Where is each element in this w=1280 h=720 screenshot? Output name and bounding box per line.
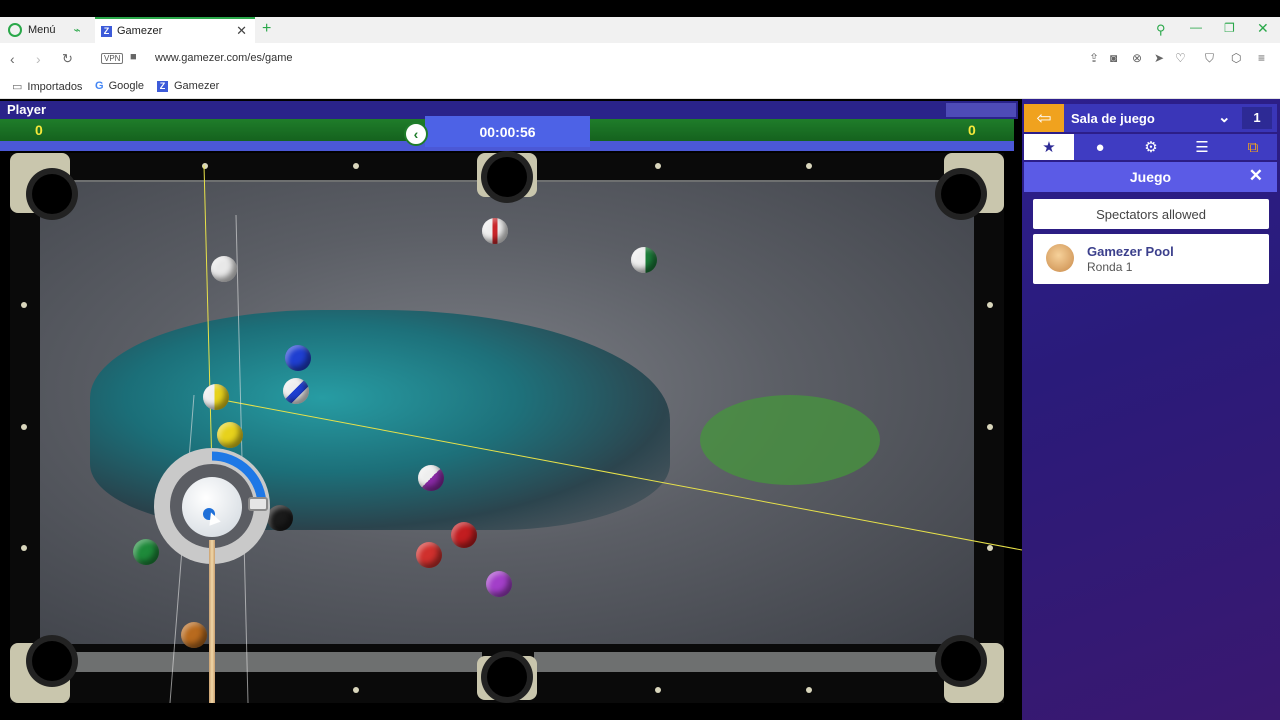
bookmark-gamezer-label: Gamezer	[174, 80, 220, 92]
gamezer-bookmark-icon: Z	[157, 81, 168, 92]
game-info-card: Gamezer Pool Ronda 1	[1033, 234, 1269, 284]
opera-logo-icon	[8, 23, 22, 37]
search-tabs-icon[interactable]: ⚲	[1156, 22, 1166, 38]
cue-ball-spin-target[interactable]	[182, 477, 242, 537]
aim-line-vertical	[203, 164, 213, 471]
block-icon[interactable]: ⊗	[1132, 51, 1142, 65]
spectators-status: Spectators allowed	[1033, 199, 1269, 229]
section-title: Juego	[1129, 169, 1172, 185]
reload-icon[interactable]: ↻	[62, 51, 73, 67]
forward-icon[interactable]: ›	[36, 51, 41, 67]
room-title: Sala de juego	[1071, 111, 1155, 126]
gear-icon[interactable]: ⚙	[1126, 134, 1176, 160]
room-number: 1	[1242, 107, 1272, 129]
ball-red-2	[416, 542, 442, 568]
minimize-icon[interactable]: —	[1190, 20, 1202, 34]
window-top-border	[0, 0, 1280, 17]
aim-guides	[169, 164, 1022, 704]
close-section-icon[interactable]: ✕	[1249, 166, 1263, 186]
address-bar: ‹ › ↻ VPN ■ www.gamezer.com/es/game ⇪ ◙ …	[0, 43, 1280, 75]
camera-icon[interactable]: ◙	[1110, 51, 1117, 65]
popout-icon[interactable]: ⧉	[1228, 134, 1278, 160]
bookmark-google[interactable]: G Google	[95, 80, 144, 92]
folder-icon: ▭	[12, 81, 23, 93]
bookmark-gamezer[interactable]: Z Gamezer	[157, 80, 219, 92]
heart-icon[interactable]: ♡	[1175, 51, 1186, 65]
cube-icon[interactable]: ⬡	[1231, 51, 1241, 65]
bookmark-importados-label: Importados	[27, 81, 83, 93]
game-name: Gamezer Pool	[1087, 244, 1174, 259]
ball-green-stripe	[631, 247, 657, 273]
ball-blue	[285, 345, 311, 371]
round-label: Ronda 1	[1087, 260, 1133, 274]
ball-red-stripe	[482, 218, 508, 244]
player-name: Player	[7, 102, 47, 117]
section-header: Juego ✕	[1024, 162, 1277, 192]
ball-black	[267, 505, 293, 531]
user-icon[interactable]: ●	[1075, 134, 1125, 160]
tab-strip: Menú ⌁ Z Gamezer ✕ + ⚲ — ❐ ✕	[0, 17, 1280, 43]
chevron-down-icon[interactable]: ⌄	[1218, 108, 1231, 126]
exit-room-icon[interactable]: ⇦	[1024, 104, 1064, 132]
ball-white	[211, 256, 237, 282]
url-field[interactable]: www.gamezer.com/es/game	[155, 52, 293, 64]
ball-purple	[486, 571, 512, 597]
share-icon[interactable]: ⇪	[1089, 51, 1099, 65]
ball-yellow	[217, 422, 243, 448]
tab-gamezer[interactable]: Z Gamezer ✕	[95, 17, 255, 43]
game-avatar-icon	[1046, 244, 1074, 272]
score-right: 0	[968, 122, 976, 138]
close-tab-icon[interactable]: ✕	[236, 23, 247, 39]
vpn-badge[interactable]: VPN	[101, 53, 124, 64]
bookmarks-bar: ▭ Importados G Google Z Gamezer	[0, 75, 1280, 99]
aim-line-diagonal	[211, 397, 1022, 551]
panel-tabs: ★ ● ⚙ ☰ ⧉	[1024, 134, 1277, 160]
bookmark-google-label: Google	[108, 80, 145, 92]
shield-icon[interactable]: ⛉	[1205, 51, 1214, 66]
lock-icon: ■	[130, 51, 137, 63]
maximize-icon[interactable]: ❐	[1224, 21, 1235, 35]
ball-red	[451, 522, 477, 548]
power-handle[interactable]	[248, 497, 268, 511]
tab-menu-label: Menú	[28, 24, 56, 36]
ball-purple-stripe	[418, 465, 444, 491]
settings-sliders-icon[interactable]: ≡	[1258, 51, 1265, 65]
new-tab-button[interactable]: +	[262, 20, 271, 38]
list-icon[interactable]: ☰	[1177, 134, 1227, 160]
gamezer-favicon-icon: Z	[101, 25, 112, 37]
tab-gamezer-label: Gamezer	[117, 25, 163, 37]
side-panel	[1022, 99, 1280, 720]
ball-yellow-stripe	[203, 384, 229, 410]
score-left: 0	[35, 122, 43, 138]
player-bar-highlight	[946, 103, 1016, 117]
tab-menu[interactable]: Menú ⌁	[0, 17, 93, 43]
ball-orange	[181, 622, 207, 648]
send-icon[interactable]: ➤	[1154, 51, 1164, 65]
back-icon[interactable]: ‹	[10, 51, 15, 67]
bookmark-importados[interactable]: ▭ Importados	[12, 80, 82, 93]
google-icon: G	[95, 80, 104, 92]
cue-stick[interactable]	[209, 540, 215, 703]
ball-blue-stripe	[283, 378, 309, 404]
close-window-icon[interactable]: ✕	[1257, 20, 1269, 37]
star-icon[interactable]: ★	[1024, 134, 1074, 160]
gamepad-icon[interactable]: ⌁	[74, 23, 81, 37]
